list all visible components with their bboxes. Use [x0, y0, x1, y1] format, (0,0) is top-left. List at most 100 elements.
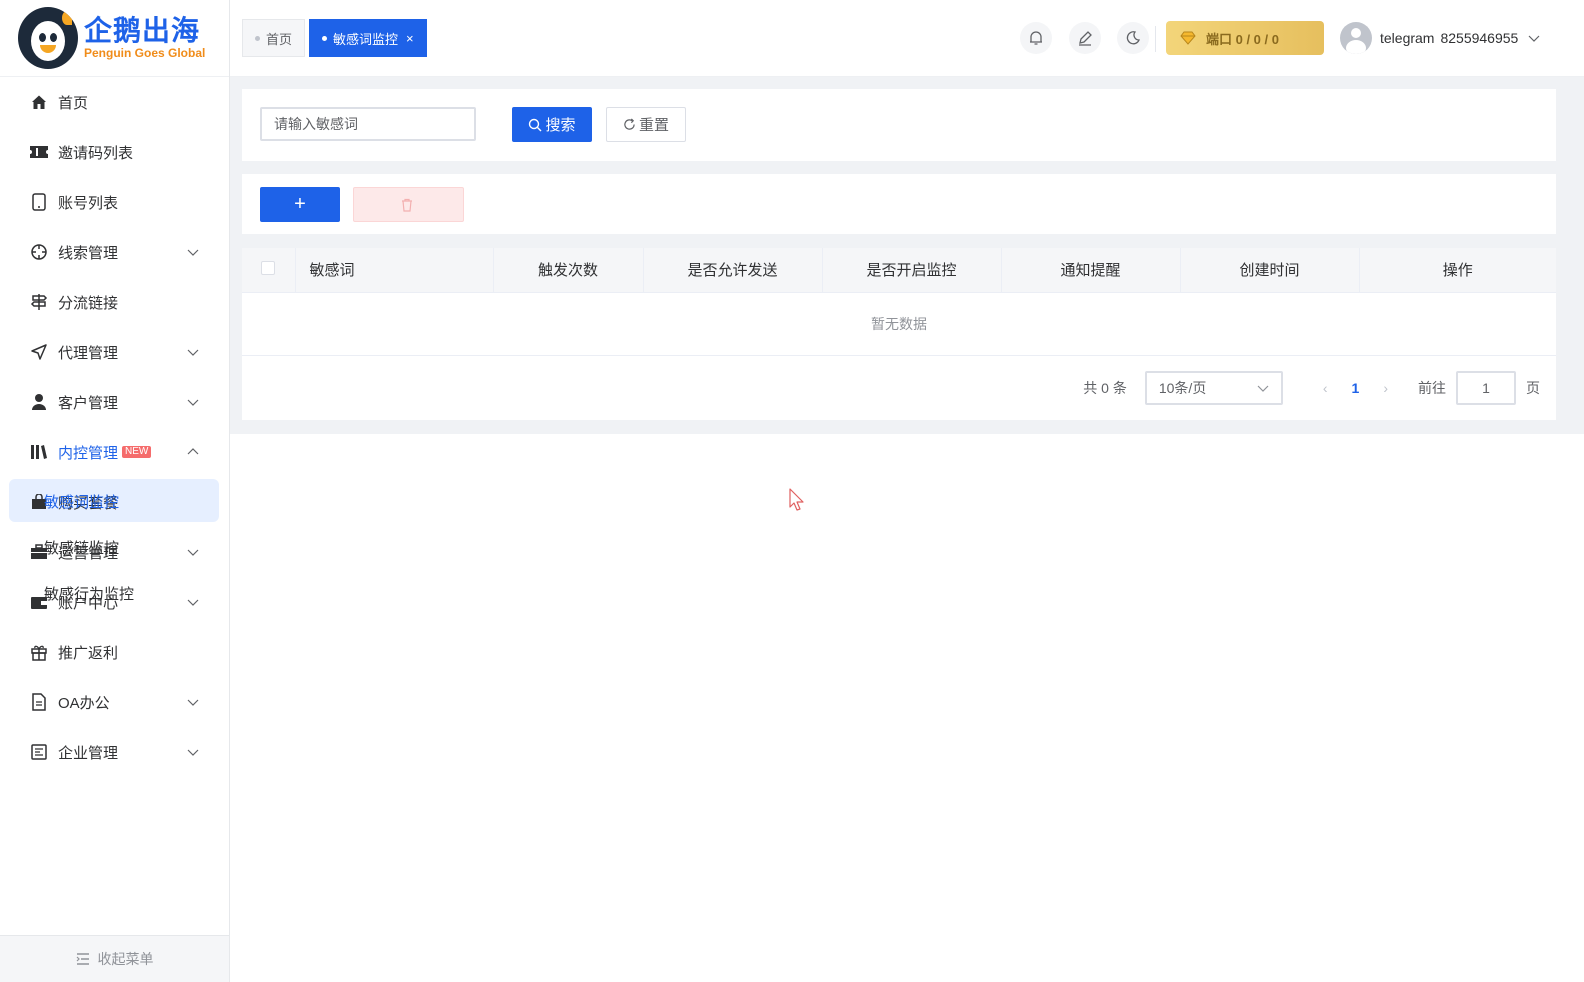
sidebar-item-accounts[interactable]: 账号列表 — [0, 177, 229, 227]
select-all-cell — [242, 248, 296, 293]
edit-button[interactable] — [1069, 22, 1101, 54]
column-header-trigger-count[interactable]: 触发次数 — [493, 248, 644, 293]
sidebar-item-label: 客户管理 — [58, 394, 119, 412]
ticket-icon — [30, 143, 48, 161]
port-status-button[interactable]: 端口 0 / 0 / 0 — [1166, 21, 1324, 55]
column-header-monitoring[interactable]: 是否开启监控 — [822, 248, 1002, 293]
user-menu[interactable]: telegram 8255946955 — [1340, 22, 1540, 54]
library-icon — [30, 443, 48, 461]
page-size-select[interactable]: 10条/页 — [1144, 371, 1283, 405]
bell-icon — [1030, 31, 1042, 45]
tab-sensitive-words[interactable]: 敏感词监控 × — [309, 19, 427, 57]
select-all-checkbox[interactable] — [261, 260, 276, 275]
mouse-cursor-icon — [789, 488, 804, 511]
column-header-actions: 操作 — [1359, 248, 1556, 293]
top-header: 首页 敏感词监控 × 端口 0 / 0 / 0 telegram 8255946… — [230, 0, 1584, 77]
chevron-down-icon — [187, 399, 199, 406]
submenu-item-sensitive-links[interactable]: 敏感链监控 — [44, 537, 119, 558]
chevron-down-icon — [187, 599, 199, 606]
pen-icon — [1079, 31, 1092, 46]
close-icon[interactable]: × — [406, 31, 414, 46]
goto-page-input[interactable] — [1456, 371, 1516, 405]
sidebar-item-label: 账号列表 — [58, 194, 119, 212]
home-icon — [30, 93, 48, 111]
send-icon — [30, 343, 48, 361]
trash-icon — [402, 198, 412, 212]
action-panel: + — [242, 174, 1556, 234]
sidebar-item-label: 首页 — [58, 94, 89, 112]
column-header-created-time[interactable]: 创建时间 — [1180, 248, 1360, 293]
target-icon — [30, 243, 48, 261]
sidebar-item-invite-codes[interactable]: 邀请码列表 — [0, 127, 229, 177]
search-button[interactable]: 搜索 — [512, 107, 592, 142]
data-table: 敏感词 触发次数 是否允许发送 是否开启监控 通知提醒 创建时间 操作 — [242, 248, 1556, 293]
table-header-row: 敏感词 触发次数 是否允许发送 是否开启监控 通知提醒 创建时间 操作 — [242, 248, 1556, 293]
sidebar: 企鹅出海 Penguin Goes Global 首页 邀请码列表 账号列表 线… — [0, 0, 230, 982]
add-button[interactable]: + — [260, 187, 340, 222]
brand-logo[interactable]: 企鹅出海 Penguin Goes Global — [0, 0, 229, 77]
main-content: 搜索 重置 + 敏感词 触发次数 是否允许发送 是否开启监控 通知提醒 创建时间 — [230, 77, 1584, 434]
collapse-icon — [76, 953, 89, 965]
submenu-item-sensitive-behavior[interactable]: 敏感行为监控 — [44, 583, 134, 604]
sensitive-word-search-input[interactable] — [260, 107, 476, 141]
document-icon — [30, 693, 48, 711]
empty-state: 暂无数据 — [242, 293, 1556, 356]
sidebar-item-label: 邀请码列表 — [58, 144, 134, 162]
diamond-icon — [1180, 31, 1196, 45]
sidebar-item-oa-office[interactable]: OA办公 — [0, 677, 229, 727]
brand-name-en: Penguin Goes Global — [84, 46, 206, 60]
sidebar-item-label: 内控管理 — [58, 444, 119, 462]
page-number-current[interactable]: 1 — [1352, 380, 1360, 396]
sidebar-item-split-links[interactable]: 分流链接 — [0, 277, 229, 327]
sidebar-item-customers[interactable]: 客户管理 — [0, 377, 229, 427]
goto-label: 前往 — [1418, 380, 1446, 396]
column-header-word[interactable]: 敏感词 — [295, 248, 494, 293]
sidebar-item-label: 企业管理 — [58, 744, 119, 762]
port-label: 端口 0 / 0 / 0 — [1206, 31, 1279, 47]
signpost-icon — [30, 293, 48, 311]
search-icon — [529, 118, 542, 131]
tab-home[interactable]: 首页 — [242, 19, 306, 57]
tab-dot — [255, 35, 260, 41]
chevron-down-icon — [187, 699, 199, 706]
sidebar-item-internal-control[interactable]: 内控管理 NEW — [0, 427, 229, 477]
delete-button[interactable] — [353, 187, 464, 222]
chevron-down-icon — [187, 549, 199, 556]
chevron-down-icon — [187, 249, 199, 256]
tab-label: 首页 — [266, 31, 293, 47]
prev-page-button[interactable]: ‹ — [1323, 380, 1328, 396]
refresh-icon — [624, 118, 635, 130]
column-header-allow-send[interactable]: 是否允许发送 — [643, 248, 823, 293]
sidebar-item-label: 线索管理 — [58, 244, 119, 262]
search-panel: 搜索 重置 — [242, 89, 1556, 161]
phone-icon — [30, 193, 48, 211]
dark-mode-button[interactable] — [1117, 22, 1149, 54]
new-badge: NEW — [122, 446, 152, 458]
reset-button[interactable]: 重置 — [606, 107, 686, 142]
notification-button[interactable] — [1020, 22, 1052, 54]
penguin-logo-icon — [18, 7, 78, 69]
gift-icon — [30, 643, 48, 661]
collapse-menu-button[interactable]: 收起菜单 — [0, 935, 229, 982]
avatar — [1340, 22, 1372, 54]
enterprise-icon — [30, 743, 48, 761]
chevron-down-icon — [1528, 35, 1540, 42]
sidebar-item-agents[interactable]: 代理管理 — [0, 327, 229, 377]
tab-label: 敏感词监控 — [333, 31, 399, 47]
chevron-down-icon — [187, 349, 199, 356]
sidebar-item-home[interactable]: 首页 — [0, 77, 229, 127]
collapse-menu-label: 收起菜单 — [97, 951, 154, 967]
sidebar-item-label: 分流链接 — [58, 294, 119, 312]
sensitive-words-table: 敏感词 触发次数 是否允许发送 是否开启监控 通知提醒 创建时间 操作 暂无数据… — [242, 248, 1556, 420]
sidebar-item-promotion-rebate[interactable]: 推广返利 — [0, 627, 229, 677]
submenu-item-sensitive-words[interactable]: 敏感词监控 — [44, 491, 119, 512]
next-page-button[interactable]: › — [1383, 380, 1388, 396]
moon-icon — [1126, 31, 1140, 45]
user-id: 8255946955 — [1440, 30, 1519, 46]
sidebar-item-label: 推广返利 — [58, 644, 119, 662]
sidebar-item-leads[interactable]: 线索管理 — [0, 227, 229, 277]
column-header-notification[interactable]: 通知提醒 — [1001, 248, 1181, 293]
sidebar-item-enterprise[interactable]: 企业管理 — [0, 727, 229, 777]
sidebar-item-label: OA办公 — [58, 694, 110, 712]
sidebar-item-label: 代理管理 — [58, 344, 119, 362]
